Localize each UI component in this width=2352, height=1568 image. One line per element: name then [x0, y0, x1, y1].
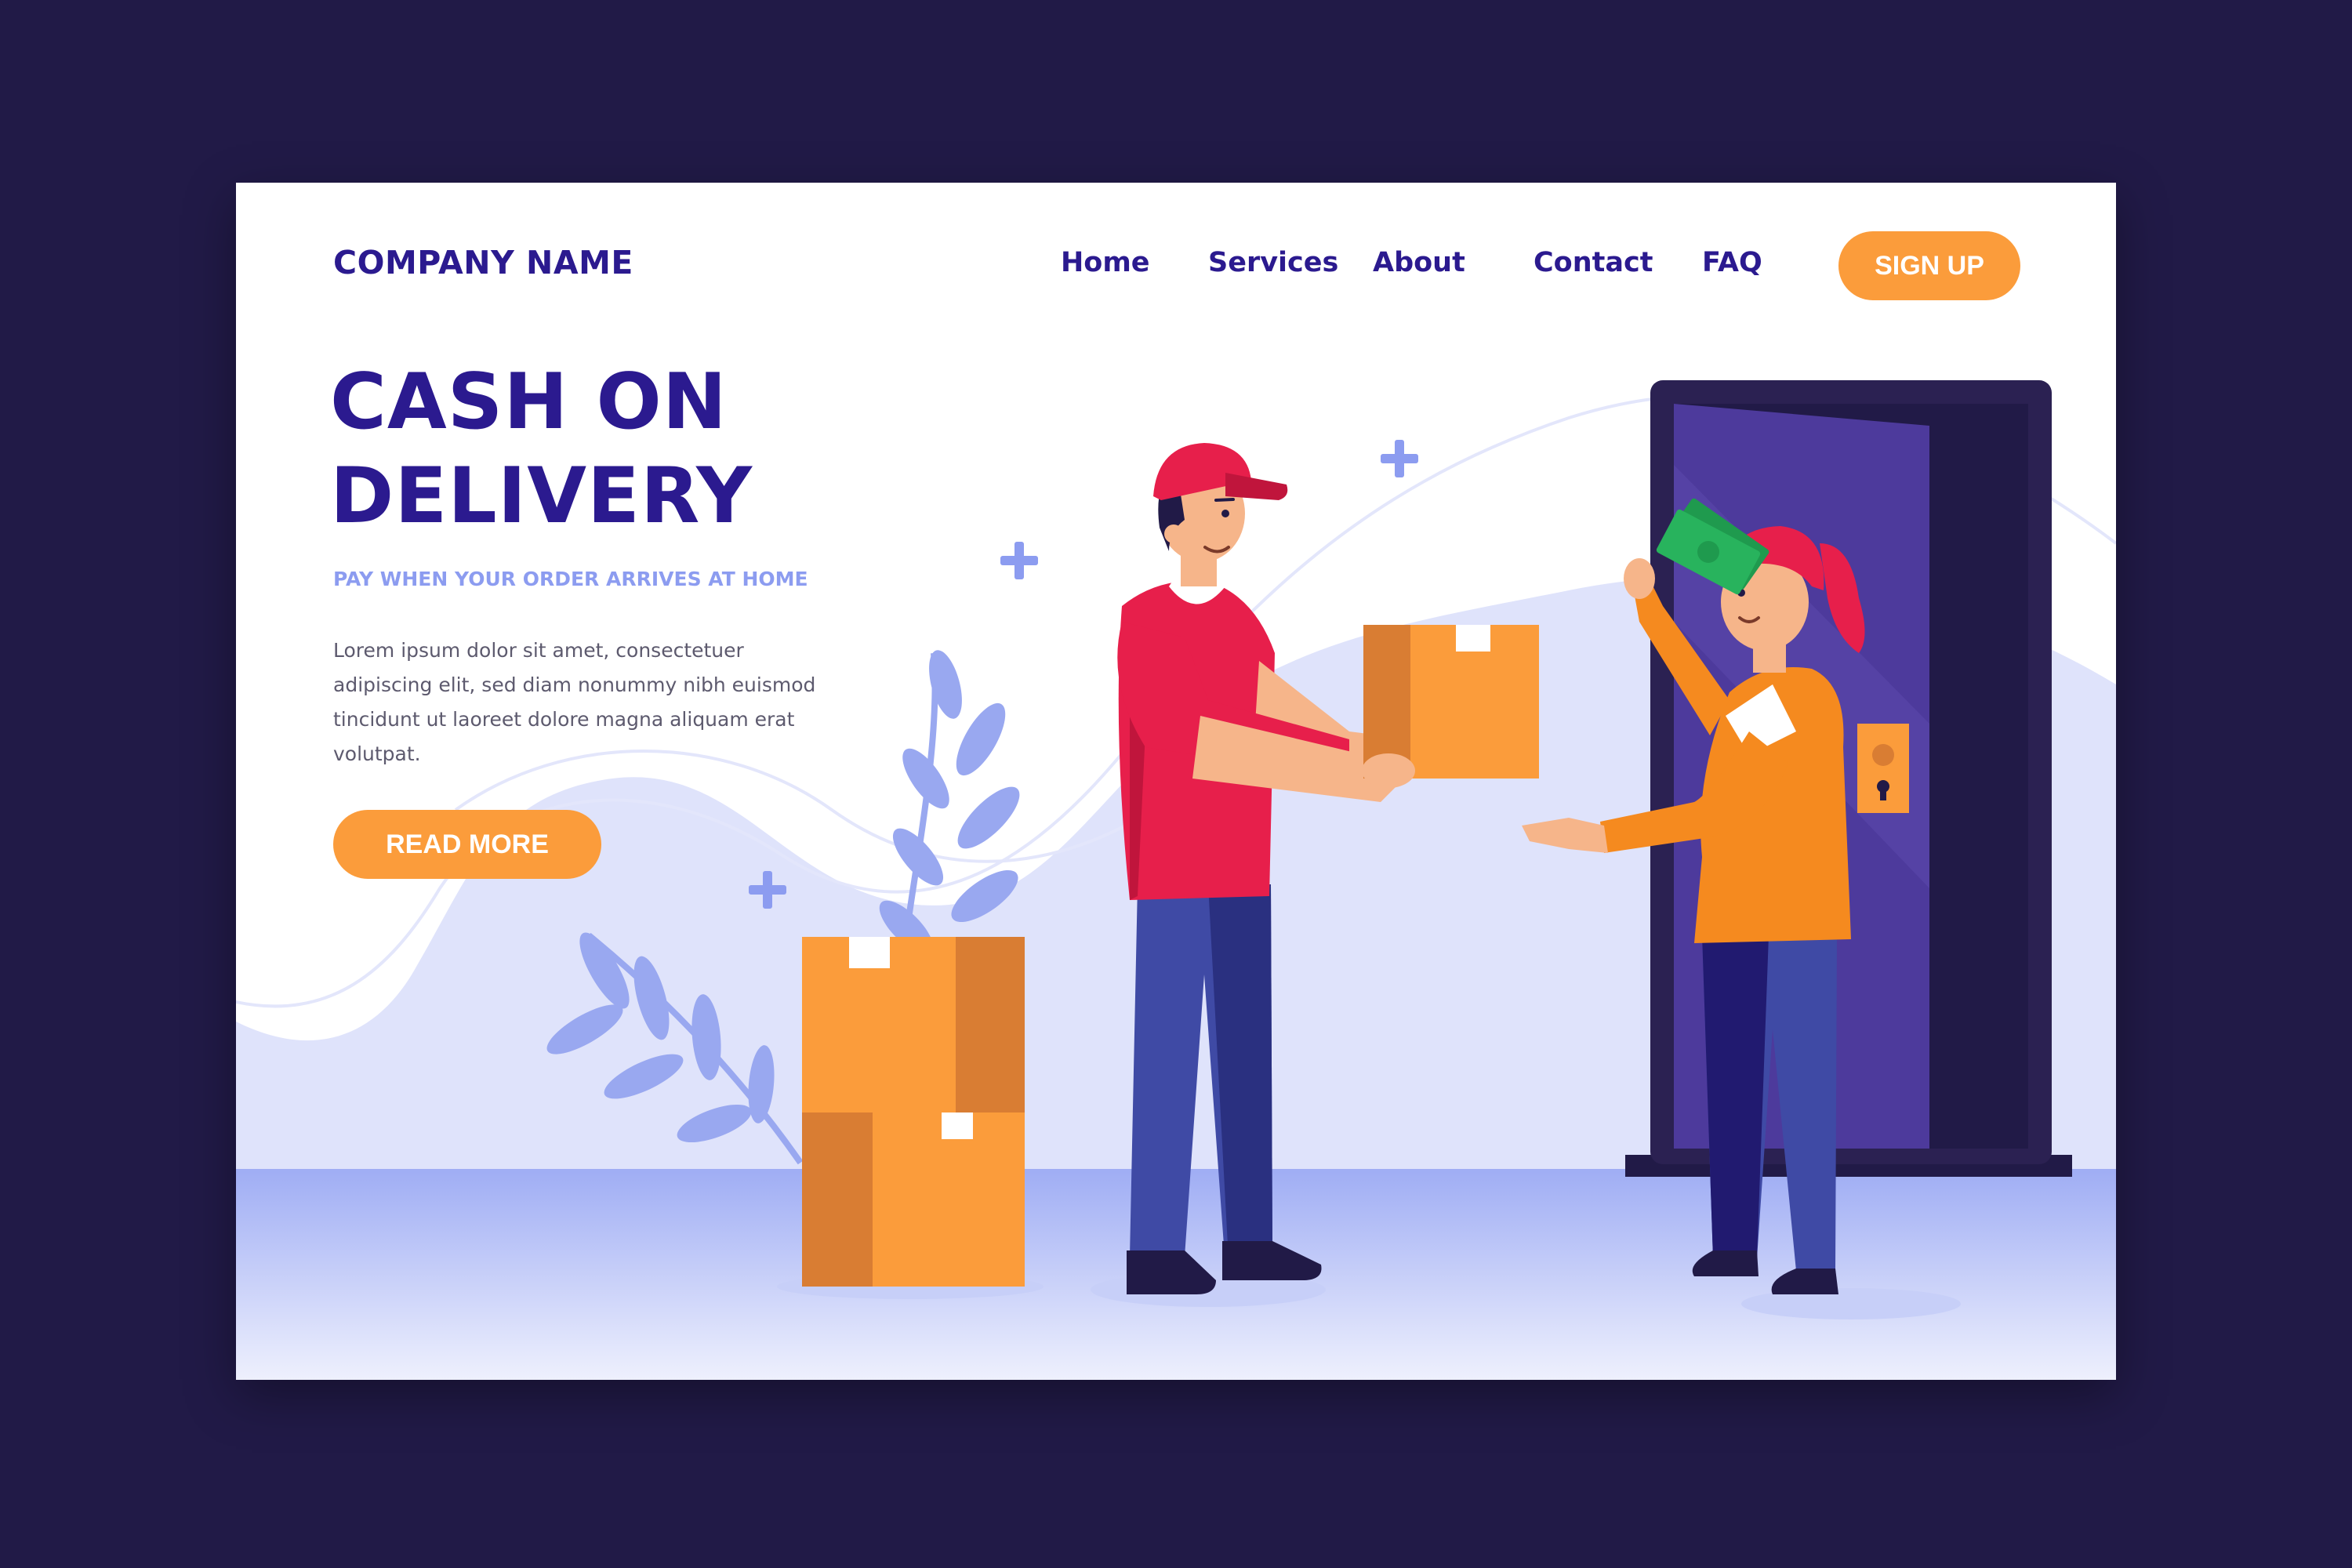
- read-more-button[interactable]: READ MORE: [333, 810, 601, 879]
- plus-icon: [1000, 542, 1038, 579]
- hero-subtitle: PAY WHEN YOUR ORDER ARRIVES AT HOME: [333, 568, 808, 590]
- plus-icon: [1381, 440, 1418, 477]
- nav-faq[interactable]: FAQ: [1702, 247, 1762, 278]
- stacked-boxes: [777, 937, 1044, 1299]
- company-logo[interactable]: COMPANY NAME: [333, 244, 633, 281]
- hero-title-line-2: DELIVERY: [330, 452, 753, 541]
- hero-title: CASH ON DELIVERY: [330, 355, 926, 543]
- nav-home[interactable]: Home: [1061, 247, 1150, 278]
- nav-contact[interactable]: Contact: [1534, 247, 1653, 278]
- nav-services[interactable]: Services: [1208, 247, 1338, 278]
- nav-about[interactable]: About: [1373, 247, 1465, 278]
- hero-title-line-1: CASH ON: [330, 358, 728, 447]
- hero-body-text: Lorem ipsum dolor sit amet, consectetuer…: [333, 639, 816, 765]
- sign-up-button[interactable]: SIGN UP: [1838, 231, 2020, 300]
- landing-page-card: COMPANY NAME Home Services About Contact…: [236, 183, 2116, 1380]
